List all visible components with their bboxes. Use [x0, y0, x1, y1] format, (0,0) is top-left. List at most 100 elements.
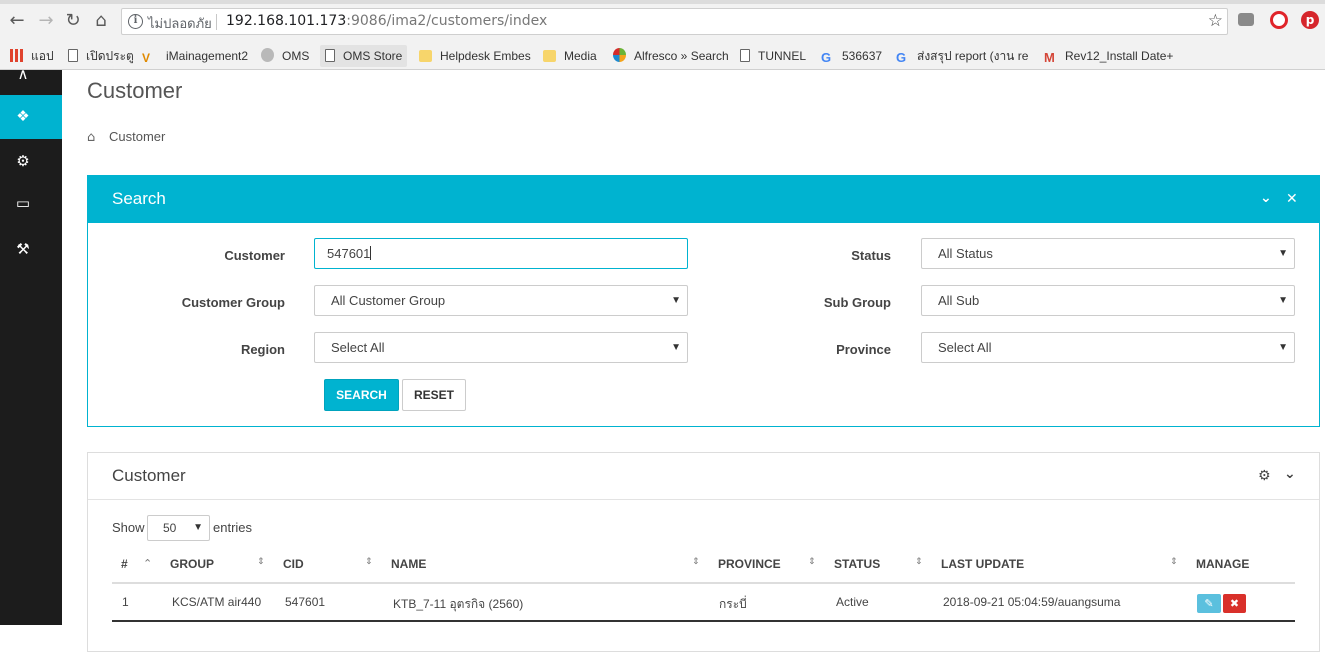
status-select[interactable]: All Status ▼	[921, 238, 1295, 269]
dropdown-caret-icon: ▼	[671, 342, 681, 353]
bookmark-imainagement2[interactable]: ViMainagement2	[142, 45, 248, 67]
column-header-province[interactable]: PROVINCE	[718, 557, 781, 571]
customer-input[interactable]: 547601	[314, 238, 688, 269]
sort-icon[interactable]: ⇕	[915, 557, 923, 567]
cell-number: 1	[122, 595, 129, 609]
column-header-last-update[interactable]: LAST UPDATE	[941, 557, 1024, 571]
bookmark-rev12[interactable]: M Rev12_Install Date+	[1044, 45, 1184, 67]
status-value: All Status	[938, 246, 993, 261]
column-header-cid[interactable]: CID	[283, 557, 304, 571]
cell-status: Active	[836, 595, 869, 609]
bookmark-media[interactable]: Media	[543, 45, 597, 67]
entries-per-page-select[interactable]: 50 ▼	[147, 515, 210, 541]
delete-button[interactable]: ✖	[1223, 594, 1246, 613]
province-value: Select All	[938, 340, 992, 355]
edit-icon: ✎	[1204, 597, 1214, 610]
chevron-down-icon[interactable]: ⌄	[1260, 190, 1272, 206]
browser-toolbar: ← → ↻ ⌂ i ไม่ปลอดภัย 192.168.101.173:908…	[0, 0, 1325, 42]
page-title: Customer	[87, 78, 183, 103]
bookmark-alfresco[interactable]: Alfresco » Search	[613, 45, 729, 67]
bookmark-oms[interactable]: OMS	[261, 45, 309, 67]
url-text[interactable]: 192.168.101.173:9086/ima2/customers/inde…	[226, 13, 547, 29]
bookmark-label: Rev12_Install Date+	[1065, 49, 1174, 63]
column-header-manage: MANAGE	[1196, 557, 1250, 571]
bookmark-label: OMS Store	[343, 49, 403, 63]
gear-icon[interactable]: ⚙	[1258, 468, 1271, 484]
opera-icon[interactable]	[1270, 11, 1288, 29]
pinterest-icon[interactable]: p	[1301, 11, 1319, 29]
address-divider	[216, 14, 217, 30]
back-icon[interactable]: ←	[6, 10, 28, 32]
bookmark-label: Helpdesk Embes	[440, 49, 531, 63]
sub-group-select[interactable]: All Sub ▼	[921, 285, 1295, 316]
folder-icon	[419, 50, 432, 62]
customer-label: Customer	[224, 248, 285, 263]
folder-icon	[543, 50, 556, 62]
dropdown-caret-icon: ▼	[193, 522, 203, 533]
entries-label: entries	[213, 520, 253, 535]
gear-icon[interactable]: ⚙	[0, 152, 46, 170]
region-select[interactable]: Select All ▼	[314, 332, 688, 363]
gmail-icon: M	[1044, 50, 1055, 65]
customer-input-value: 547601	[327, 246, 371, 261]
customer-group-select[interactable]: All Customer Group ▼	[314, 285, 688, 316]
sort-icon[interactable]: ⇕	[1170, 557, 1178, 567]
status-label: Status	[851, 248, 891, 263]
bookmark-label: แอป	[31, 49, 54, 63]
bookmark-oms-store[interactable]: OMS Store	[320, 45, 408, 67]
bookmark-apps[interactable]: แอป	[10, 45, 54, 67]
dropdown-caret-icon: ▼	[671, 295, 681, 306]
bookmark-label: Media	[564, 49, 597, 63]
search-button[interactable]: SEARCH	[324, 379, 399, 411]
address-bar[interactable]: i ไม่ปลอดภัย 192.168.101.173:9086/ima2/c…	[121, 8, 1228, 35]
close-icon[interactable]: ✕	[1286, 191, 1298, 207]
chevron-down-icon[interactable]: ⌄	[1284, 466, 1296, 482]
bookmark-report[interactable]: G ส่งสรุป report (งาน rep	[896, 45, 1029, 67]
text-cursor	[370, 246, 372, 260]
reset-button[interactable]: RESET	[402, 379, 466, 411]
sort-icon[interactable]: ⇕	[365, 557, 373, 567]
cell-last-update: 2018-09-21 05:04:59/auangsuma	[943, 595, 1121, 609]
bookmark-helpdesk[interactable]: Helpdesk Embes	[419, 45, 531, 67]
google-icon: G	[896, 50, 907, 65]
cell-name: KTB_7-11 อุตรกิจ (2560)	[393, 597, 524, 611]
reload-icon[interactable]: ↻	[62, 10, 84, 32]
column-header-name[interactable]: NAME	[391, 557, 426, 571]
bookmark-label: TUNNEL	[758, 49, 807, 63]
page-icon	[740, 49, 750, 62]
bookmark-label: OMS	[282, 49, 310, 63]
forward-icon[interactable]: →	[35, 10, 57, 32]
imainagement-logo-icon: V	[142, 51, 151, 65]
sort-asc-icon[interactable]: ⌃	[143, 557, 152, 570]
camera-icon[interactable]	[1238, 13, 1254, 26]
home-icon[interactable]: ⌂	[87, 130, 95, 145]
customer-icon: ❖	[16, 107, 30, 125]
dropdown-caret-icon: ▼	[1278, 295, 1288, 306]
sub-group-label: Sub Group	[823, 295, 891, 310]
monitor-icon[interactable]: ▭	[0, 194, 46, 212]
tools-icon[interactable]: ⚒	[0, 240, 46, 258]
sort-icon[interactable]: ⇕	[257, 557, 265, 567]
bookmark-star-icon[interactable]: ☆	[1208, 11, 1223, 31]
home-icon[interactable]: ⌂	[90, 10, 112, 32]
table-header-border	[112, 582, 1295, 584]
alfresco-icon	[613, 48, 626, 62]
dashboard-icon[interactable]: ∧	[0, 65, 46, 83]
info-icon[interactable]: i	[128, 14, 143, 29]
cell-cid: 547601	[285, 595, 326, 609]
page-icon	[325, 49, 335, 62]
column-header-status[interactable]: STATUS	[834, 557, 880, 571]
column-header-number[interactable]: #	[121, 557, 128, 571]
breadcrumb[interactable]: Customer	[109, 129, 165, 144]
sort-icon[interactable]: ⇕	[808, 557, 816, 567]
column-header-group[interactable]: GROUP	[170, 557, 214, 571]
bookmark-open-door[interactable]: เปิดประตู	[68, 45, 134, 67]
province-select[interactable]: Select All ▼	[921, 332, 1295, 363]
sidebar-item-customer[interactable]: ❖	[0, 95, 62, 139]
edit-button[interactable]: ✎	[1197, 594, 1221, 613]
search-panel: Search ⌄ ✕ Customer 547601 Customer Grou…	[87, 175, 1320, 427]
sort-icon[interactable]: ⇕	[692, 557, 700, 567]
bookmark-tunnel[interactable]: TUNNEL	[740, 45, 806, 67]
entries-value: 50	[163, 521, 177, 535]
bookmark-536637[interactable]: G 536637	[821, 45, 882, 67]
